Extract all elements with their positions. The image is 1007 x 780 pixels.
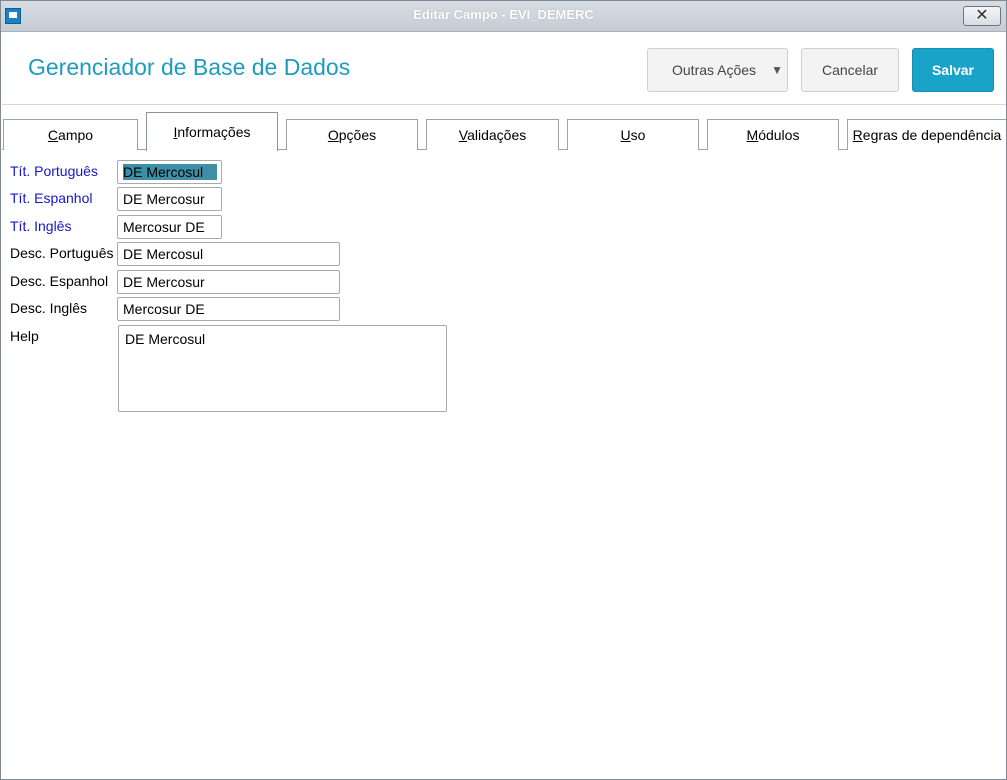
tab-label-accel: M: [746, 127, 759, 143]
tit-portugues-input[interactable]: DE Mercosul: [117, 160, 222, 184]
chevron-down-icon: ▼: [771, 63, 783, 77]
tab-label-accel: U: [620, 127, 631, 143]
tab-validacoes[interactable]: Validações: [426, 119, 559, 150]
tab-label-accel: C: [47, 127, 59, 143]
desc-portugues-input[interactable]: DE Mercosul: [117, 242, 340, 266]
tit-espanhol-input[interactable]: DE Mercosur: [117, 187, 222, 211]
tab-label: alidações: [467, 127, 527, 143]
tab-modulos[interactable]: Módulos: [707, 119, 839, 150]
close-button[interactable]: ✕: [963, 6, 1001, 26]
tit-ingles-label: Tít. Inglês: [10, 218, 72, 234]
tit-espanhol-label: Tít. Espanhol: [10, 190, 93, 206]
tab-opcoes[interactable]: Opções: [286, 119, 418, 150]
tab-informacoes[interactable]: Informações: [146, 112, 278, 151]
tab-strip: Campo Informações Opções Validações Uso …: [2, 105, 1006, 151]
window-title: Editar Campo - EVI_DEMERC: [413, 7, 594, 22]
desc-espanhol-input[interactable]: DE Mercosur: [117, 270, 340, 294]
header: Gerenciador de Base de Dados Outras Açõe…: [2, 32, 1006, 104]
desc-portugues-label: Desc. Português: [10, 245, 114, 261]
dialog-window: Editar Campo - EVI_DEMERC ✕ Gerenciador …: [0, 0, 1007, 780]
tit-portugues-label: Tít. Português: [10, 163, 98, 179]
close-icon: ✕: [975, 7, 989, 24]
tab-label-accel: V: [458, 127, 468, 143]
desc-ingles-input[interactable]: Mercosur DE: [117, 297, 340, 321]
tab-label: egras de dependência: [862, 127, 1002, 143]
tab-label-accel: O: [327, 127, 339, 143]
tab-label: ódulos: [758, 127, 800, 143]
tab-label: nformações: [177, 124, 251, 140]
tab-campo[interactable]: Campo: [3, 119, 138, 150]
cancel-button[interactable]: Cancelar: [801, 48, 899, 92]
title-bar: Editar Campo - EVI_DEMERC ✕: [1, 1, 1006, 32]
tab-label: so: [630, 127, 646, 143]
tab-label: ampo: [58, 127, 94, 143]
tit-portugues-value: DE Mercosul: [123, 164, 218, 180]
informacoes-form: Tít. Português DE Mercosul Tít. Espanhol…: [2, 150, 1006, 779]
tab-uso[interactable]: Uso: [567, 119, 699, 150]
tit-ingles-input[interactable]: Mercosur DE: [117, 215, 222, 239]
tab-label: pções: [338, 127, 377, 143]
save-button[interactable]: Salvar: [912, 48, 994, 92]
more-actions-button[interactable]: Outras Ações ▼: [647, 48, 788, 92]
desc-espanhol-label: Desc. Espanhol: [10, 273, 109, 289]
more-actions-label: Outras Ações: [672, 62, 757, 78]
page-title: Gerenciador de Base de Dados: [28, 54, 351, 80]
desc-ingles-label: Desc. Inglês: [10, 300, 88, 316]
tab-label-accel: R: [852, 127, 863, 143]
tab-regras-de-dependencia[interactable]: Regras de dependência: [847, 119, 1006, 150]
help-textarea[interactable]: DE Mercosul: [118, 325, 447, 412]
help-label: Help: [10, 328, 39, 344]
